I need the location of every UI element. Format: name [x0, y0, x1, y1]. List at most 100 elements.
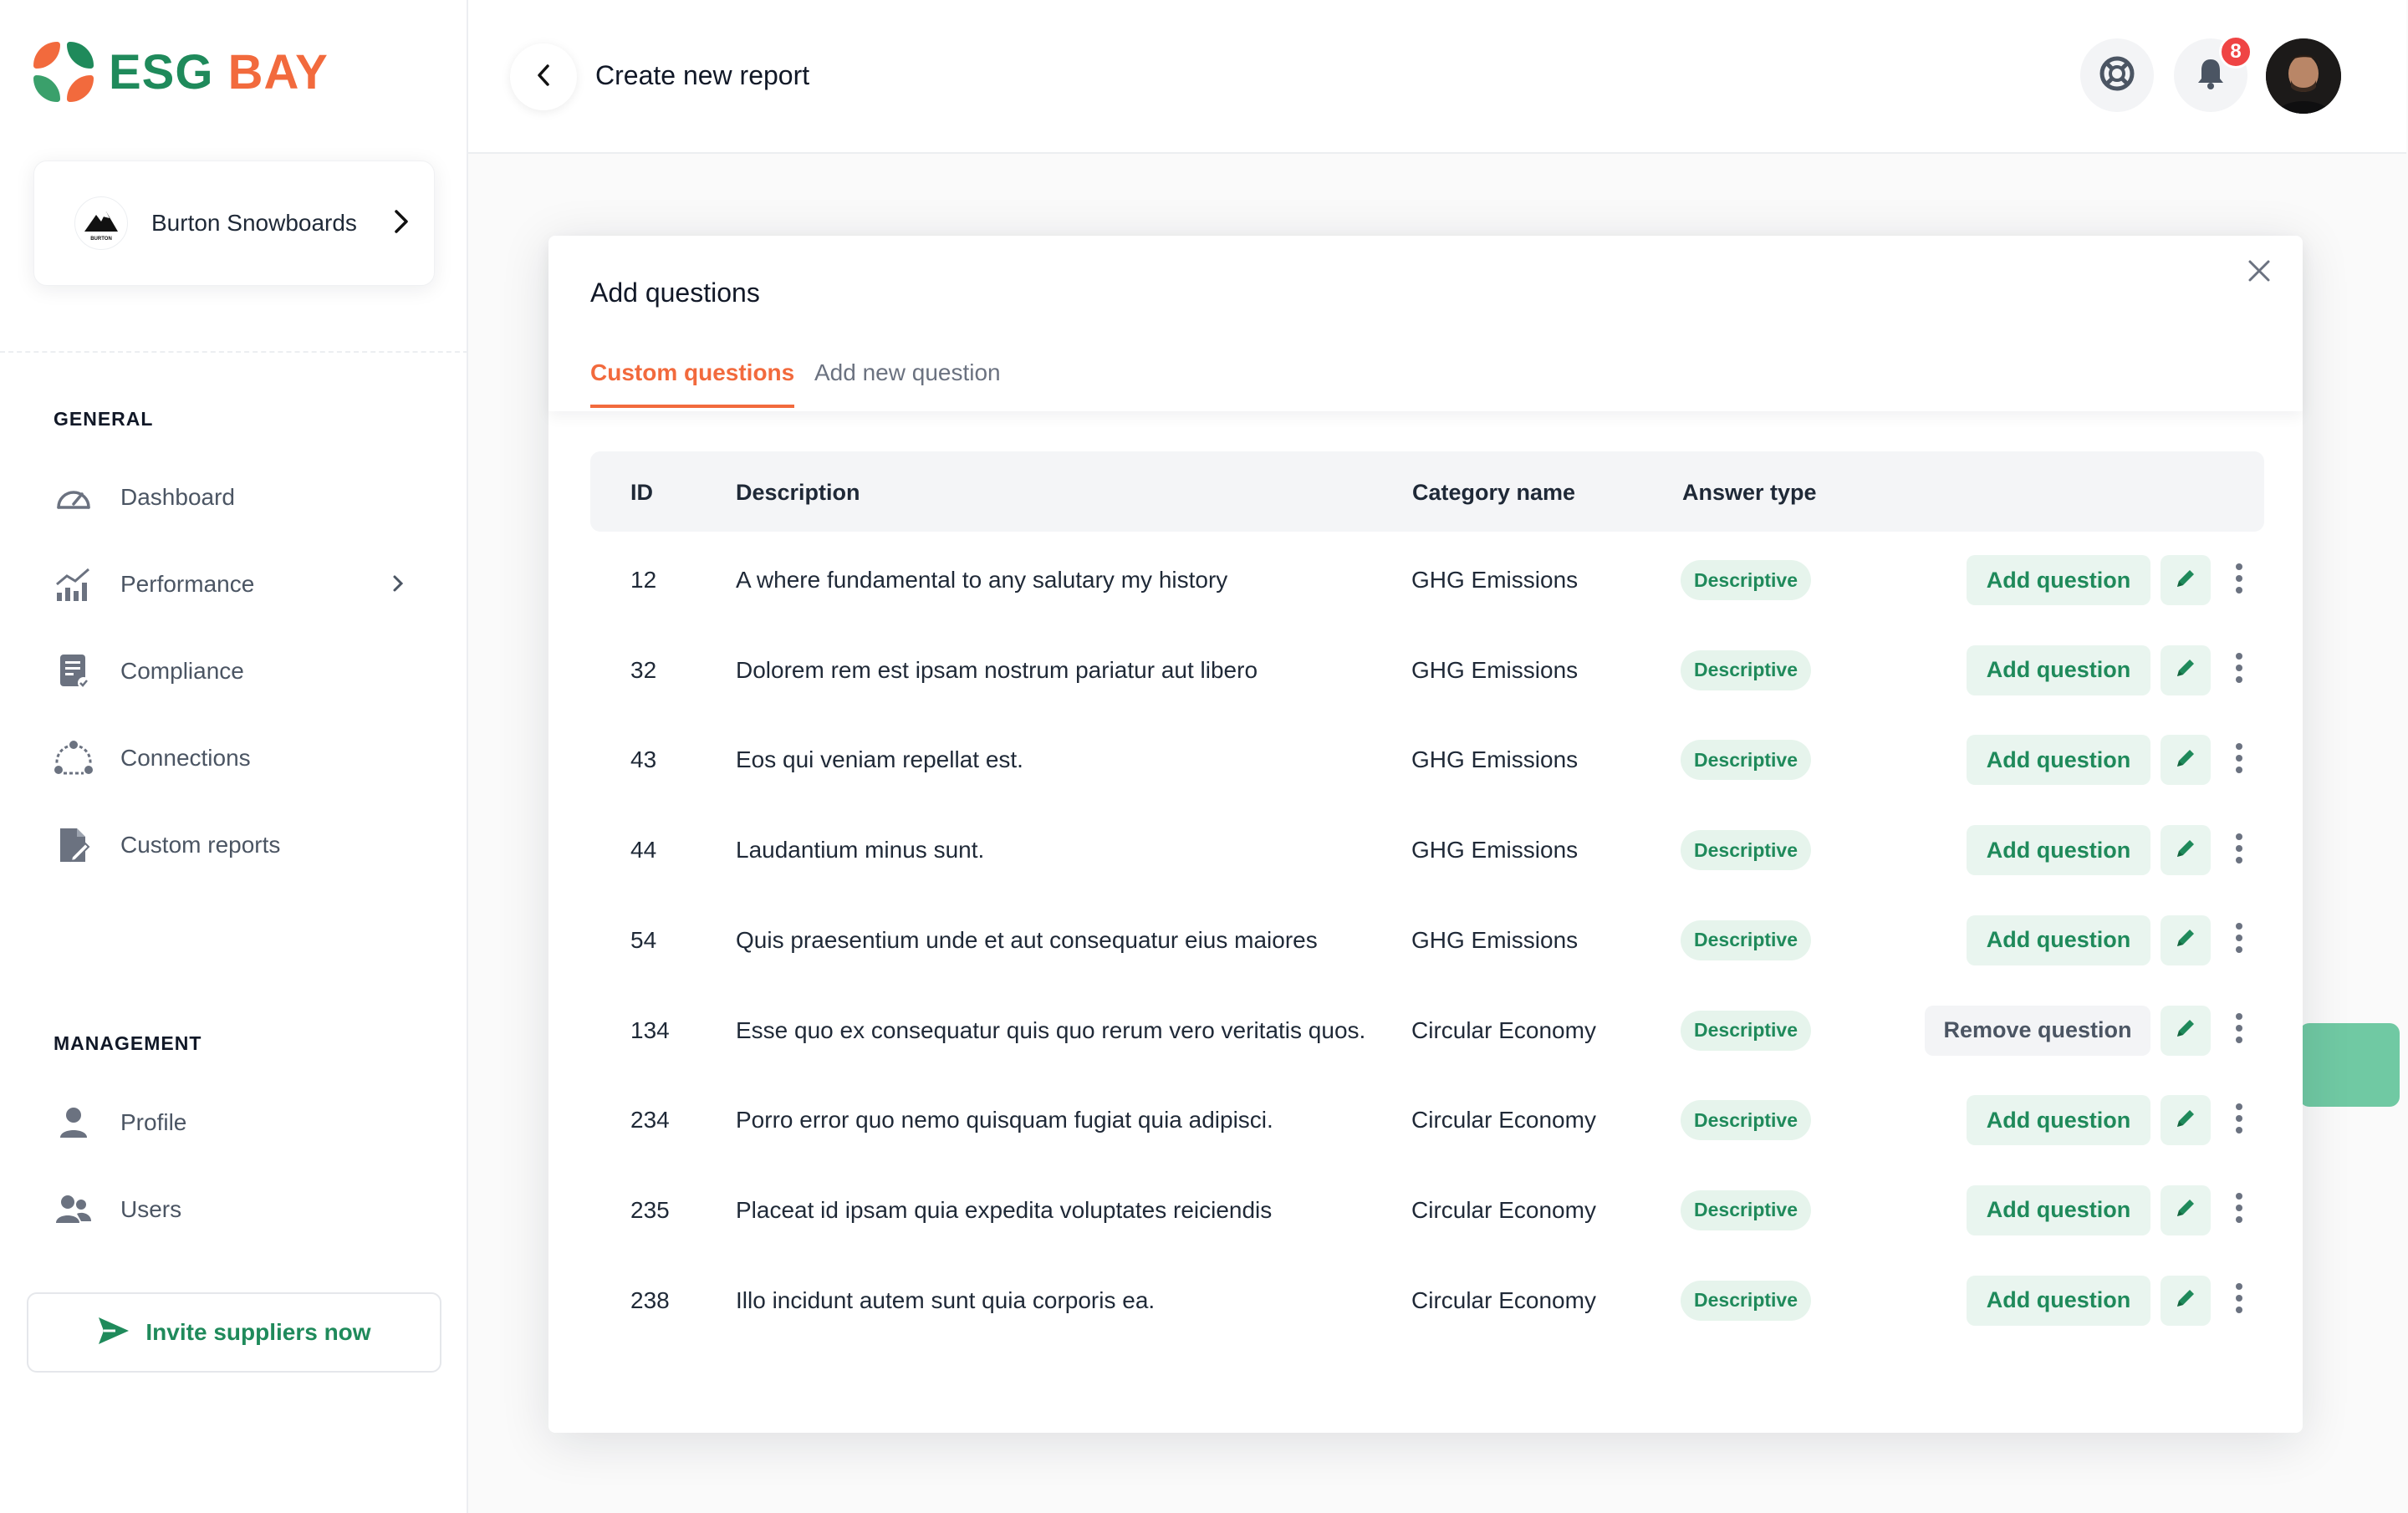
sidebar-item-custom-reports[interactable]: Custom reports — [54, 818, 421, 872]
row-id: 32 — [630, 656, 657, 683]
row-category: GHG Emissions — [1411, 656, 1579, 683]
answer-type-badge: Descriptive — [1681, 920, 1812, 960]
table-row: 12 A where fundamental to any salutary my… — [590, 535, 2264, 625]
column-header-category: Category name — [1412, 480, 1576, 505]
send-icon — [97, 1316, 130, 1350]
sidebar-item-compliance[interactable]: Compliance — [54, 644, 421, 698]
bar-chart-icon — [54, 564, 94, 604]
add-question-button[interactable]: Add question — [1967, 1095, 2150, 1146]
user-avatar[interactable] — [2266, 38, 2341, 114]
row-id: 44 — [630, 837, 657, 863]
lifebuoy-icon — [2099, 55, 2135, 96]
table-row: 238 Illo incidunt autem sunt quia corpori… — [590, 1256, 2264, 1346]
sidebar-item-connections[interactable]: Connections — [54, 731, 421, 785]
top-header: Create new report 8 — [468, 0, 2406, 154]
row-description: Illo incidunt autem sunt quia corporis e… — [736, 1286, 1156, 1313]
edit-question-button[interactable] — [2161, 644, 2211, 695]
row-category: GHG Emissions — [1411, 926, 1579, 953]
row-category: GHG Emissions — [1411, 567, 1579, 593]
notifications-button[interactable]: 8 — [2174, 35, 2252, 112]
row-description: Quis praesentium unde et aut consequatur… — [736, 926, 1318, 953]
row-category: Circular Economy — [1411, 1196, 1596, 1223]
sidebar-item-performance[interactable]: Performance — [54, 558, 421, 611]
answer-type-badge: Descriptive — [1681, 830, 1812, 871]
more-options-button[interactable] — [2224, 645, 2254, 695]
answer-type-badge: Descriptive — [1681, 560, 1812, 600]
notification-count-badge: 8 — [2219, 35, 2252, 69]
sidebar-item-label: Compliance — [120, 658, 244, 684]
add-question-button[interactable]: Add question — [1967, 555, 2150, 605]
add-question-button[interactable]: Add question — [1967, 735, 2150, 786]
remove-question-button[interactable]: Remove question — [1925, 1005, 2150, 1056]
more-options-button[interactable] — [2224, 1095, 2254, 1145]
edit-question-button[interactable] — [2161, 1095, 2211, 1146]
edit-question-button[interactable] — [2161, 914, 2211, 965]
edit-question-button[interactable] — [2161, 1005, 2211, 1056]
row-category: GHG Emissions — [1411, 837, 1579, 863]
tab-custom-questions[interactable]: Custom questions — [590, 359, 795, 408]
main-content: Create new report 8 Add questions Custom… — [468, 0, 2408, 1513]
esg-bay-logo[interactable]: ESG BAY — [33, 42, 329, 102]
section-title-management: MANAGEMENT — [54, 1032, 202, 1054]
answer-type-badge: Descriptive — [1681, 1010, 1812, 1051]
row-description: Esse quo ex consequatur quis quo rerum v… — [736, 1016, 1366, 1043]
row-description: Eos qui veniam repellat est. — [736, 746, 1023, 773]
edit-question-button[interactable] — [2161, 825, 2211, 876]
edit-question-button[interactable] — [2161, 1275, 2211, 1326]
more-options-button[interactable] — [2224, 825, 2254, 875]
row-description: Laudantium minus sunt. — [736, 837, 985, 863]
more-options-button[interactable] — [2224, 1276, 2254, 1326]
sidebar-item-label: Performance — [120, 571, 255, 597]
sidebar-item-label: Connections — [120, 745, 251, 771]
more-vertical-icon — [2235, 1191, 2243, 1229]
close-modal-button[interactable] — [2236, 249, 2283, 296]
sidebar-divider — [0, 351, 468, 353]
sidebar-item-profile[interactable]: Profile — [54, 1096, 421, 1149]
add-question-button[interactable]: Add question — [1967, 1275, 2150, 1326]
close-icon — [2247, 259, 2271, 287]
row-id: 235 — [630, 1196, 670, 1223]
more-options-button[interactable] — [2224, 555, 2254, 605]
table-header: ID Description Category name Answer type — [590, 451, 2264, 532]
modal-title: Add questions — [590, 278, 760, 308]
edit-question-button[interactable] — [2161, 1184, 2211, 1235]
column-header-answer-type: Answer type — [1682, 480, 1817, 505]
organization-switcher[interactable]: BURTON Burton Snowboards — [33, 160, 435, 286]
more-options-button[interactable] — [2224, 1185, 2254, 1235]
pencil-icon — [2174, 837, 2197, 864]
pencil-icon — [2174, 656, 2197, 684]
add-question-button[interactable]: Add question — [1967, 644, 2150, 695]
sidebar-item-dashboard[interactable]: Dashboard — [54, 471, 421, 524]
more-options-button[interactable] — [2224, 1006, 2254, 1056]
tab-add-new-question[interactable]: Add new question — [814, 359, 1001, 405]
table-row: 234 Porro error quo nemo quisquam fugiat … — [590, 1075, 2264, 1165]
invite-suppliers-button[interactable]: Invite suppliers now — [27, 1292, 441, 1373]
table-row: 235 Placeat id ipsam quia expedita volupt… — [590, 1165, 2264, 1256]
row-description: Placeat id ipsam quia expedita voluptate… — [736, 1196, 1273, 1223]
column-header-description: Description — [736, 480, 860, 505]
row-id: 234 — [630, 1107, 670, 1133]
more-options-button[interactable] — [2224, 915, 2254, 965]
answer-type-badge: Descriptive — [1681, 650, 1812, 690]
more-options-button[interactable] — [2224, 735, 2254, 785]
answer-type-badge: Descriptive — [1681, 1100, 1812, 1141]
sidebar-item-users[interactable]: Users — [54, 1183, 421, 1236]
add-question-button[interactable]: Add question — [1967, 1184, 2150, 1235]
logo-bay-text: BAY — [227, 44, 329, 99]
page-title: Create new report — [595, 60, 810, 90]
user-icon — [54, 1103, 94, 1143]
back-button[interactable] — [510, 43, 577, 110]
edit-question-button[interactable] — [2161, 555, 2211, 605]
add-question-button[interactable]: Add question — [1967, 914, 2150, 965]
burton-logo-text: BURTON — [90, 237, 112, 242]
chevron-right-icon — [392, 205, 411, 242]
edit-question-button[interactable] — [2161, 735, 2211, 786]
pencil-icon — [2174, 1196, 2197, 1224]
add-question-button[interactable]: Add question — [1967, 825, 2150, 876]
pencil-icon — [2174, 1107, 2197, 1134]
row-category: Circular Economy — [1411, 1107, 1596, 1133]
background-button-peek — [2299, 1023, 2400, 1107]
more-vertical-icon — [2235, 562, 2243, 599]
table-row: 44 Laudantium minus sunt. GHG Emissions Des… — [590, 805, 2264, 895]
support-button[interactable] — [2080, 38, 2154, 112]
